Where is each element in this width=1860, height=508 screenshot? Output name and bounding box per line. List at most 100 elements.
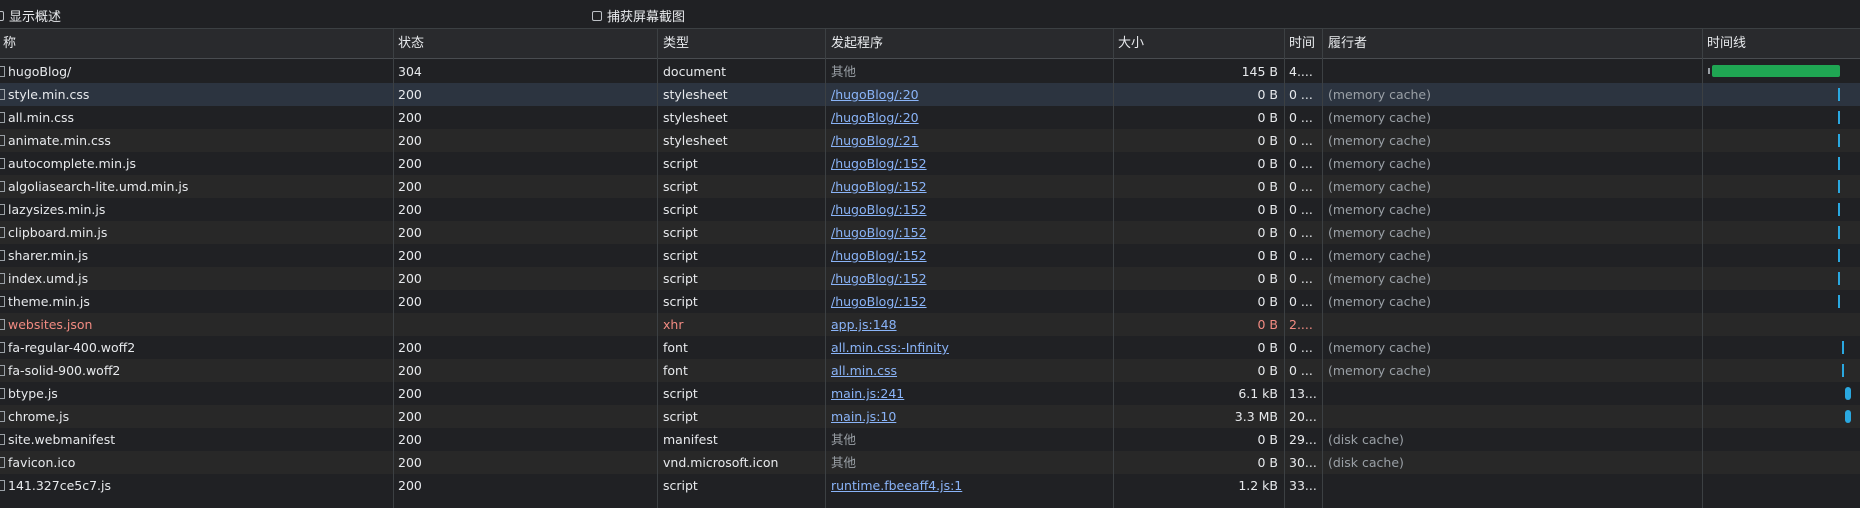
cell-initiator[interactable]: /hugoBlog/:152	[828, 152, 1111, 175]
cell-initiator[interactable]: main.js:10	[828, 405, 1111, 428]
cell-time: 13...	[1289, 386, 1317, 401]
cell-time: 0 ...	[1289, 87, 1313, 102]
column-divider[interactable]	[1322, 29, 1323, 508]
cell-initiator[interactable]: /hugoBlog/:152	[828, 175, 1111, 198]
cell-name: all.min.css	[0, 106, 392, 129]
waterfall-bar	[1838, 88, 1840, 101]
column-header-status[interactable]: 状态	[395, 29, 653, 59]
cell-waterfall	[1704, 221, 1854, 244]
column-header-size[interactable]: 大小	[1115, 29, 1283, 59]
cell-name: autocomplete.min.js	[0, 152, 392, 175]
cell-initiator[interactable]: /hugoBlog/:152	[828, 198, 1111, 221]
waterfall-bar	[1842, 341, 1844, 354]
waterfall-bar	[1845, 387, 1851, 400]
table-row[interactable]: favicon.ico 200 vnd.microsoft.icon 其他 0 B 30.…	[0, 451, 1860, 474]
cell-initiator[interactable]: /hugoBlog/:20	[828, 83, 1111, 106]
column-divider[interactable]	[1702, 29, 1703, 508]
column-divider[interactable]	[825, 29, 826, 508]
show-overview-checkbox[interactable]	[0, 10, 4, 21]
table-row[interactable]: algoliasearch-lite.umd.min.js 200 script/h…	[0, 175, 1860, 198]
table-row[interactable]: clipboard.min.js 200 script/hugoBlog/:152 0…	[0, 221, 1860, 244]
file-icon	[0, 89, 5, 100]
cell-name: algoliasearch-lite.umd.min.js	[0, 175, 392, 198]
column-header-name[interactable]: 称	[0, 29, 393, 59]
cell-waterfall	[1704, 83, 1854, 106]
cell-fulfilled: (memory cache)	[1328, 248, 1431, 263]
table-row[interactable]: hugoBlog/304 document 其他 145 B 4....	[0, 60, 1860, 83]
column-divider[interactable]	[1284, 29, 1285, 508]
cell-fulfilled: (disk cache)	[1328, 455, 1404, 470]
cell-fulfilled	[1325, 60, 1700, 83]
column-divider[interactable]	[393, 29, 394, 508]
table-row[interactable]: sharer.min.js 200 script/hugoBlog/:152 0 B 0…	[0, 244, 1860, 267]
column-header-time[interactable]: 时间	[1286, 29, 1324, 59]
file-icon	[0, 112, 5, 123]
cell-size: 0 B	[1257, 179, 1278, 194]
table-row[interactable]: theme.min.js 200 script/hugoBlog/:152 0 B 0 …	[0, 290, 1860, 313]
waterfall-bar	[1842, 364, 1844, 377]
file-icon	[0, 296, 5, 307]
cell-initiator[interactable]: /hugoBlog/:20	[828, 106, 1111, 129]
table-row[interactable]: 141.327ce5c7.js 200 script runtime.fbeeaff4…	[0, 474, 1860, 497]
request-name: animate.min.css	[8, 133, 111, 148]
cell-type: script	[663, 202, 698, 217]
table-row[interactable]: btype.js 200 script main.js:241 6.1 kB 13...	[0, 382, 1860, 405]
file-icon	[0, 342, 5, 353]
column-header-waterfall[interactable]: 时间线	[1704, 29, 1857, 59]
cell-size: 1.2 kB	[1238, 478, 1278, 493]
cell-type: script	[663, 156, 698, 171]
table-row[interactable]: all.min.css 200 stylesheet/hugoBlog/:20 0 B…	[0, 106, 1860, 129]
column-divider[interactable]	[657, 29, 658, 508]
cell-status: 304	[398, 64, 422, 79]
cell-initiator[interactable]: /hugoBlog/:152	[828, 244, 1111, 267]
table-row[interactable]: index.umd.js 200 script/hugoBlog/:152 0 B 0 …	[0, 267, 1860, 290]
table-row[interactable]: style.min.css 200 stylesheet/hugoBlog/:20 0…	[0, 83, 1860, 106]
table-row[interactable]: fa-solid-900.woff2 200 font all.min.css 0 B 0…	[0, 359, 1860, 382]
table-row[interactable]: chrome.js 200 script main.js:10 3.3 MB 20...	[0, 405, 1860, 428]
table-row[interactable]: fa-regular-400.woff2 200 font all.min.css:-…	[0, 336, 1860, 359]
cell-type: vnd.microsoft.icon	[663, 455, 779, 470]
cell-initiator[interactable]: all.min.css	[828, 359, 1111, 382]
cell-name: favicon.ico	[0, 451, 392, 474]
table-row[interactable]: animate.min.css 200 stylesheet/hugoBlog/:2…	[0, 129, 1860, 152]
cell-status: 200	[398, 225, 422, 240]
cell-initiator: 其他	[831, 455, 857, 470]
column-header-initiator[interactable]: 发起程序	[828, 29, 1111, 59]
cell-time: 2....	[1289, 317, 1313, 332]
column-header-fulfilled-by[interactable]: 履行者	[1325, 29, 1698, 59]
cell-name: style.min.css	[0, 83, 392, 106]
cell-waterfall	[1704, 60, 1854, 83]
cell-status: 200	[398, 363, 422, 378]
cell-initiator[interactable]: runtime.fbeeaff4.js:1	[828, 474, 1111, 497]
request-name: favicon.ico	[8, 455, 76, 470]
cell-initiator[interactable]: /hugoBlog/:21	[828, 129, 1111, 152]
cell-waterfall	[1704, 451, 1854, 474]
capture-screenshots-toggle[interactable]: 捕获屏幕截图	[592, 6, 685, 25]
cell-time: 0 ...	[1289, 225, 1313, 240]
cell-time: 0 ...	[1289, 340, 1313, 355]
show-overview-toggle[interactable]: 显示概述	[0, 6, 61, 25]
capture-screenshots-checkbox[interactable]	[592, 10, 602, 21]
waterfall-bar	[1838, 249, 1840, 262]
cell-initiator: 其他	[831, 432, 857, 447]
column-divider[interactable]	[1113, 29, 1114, 508]
cell-type: font	[663, 340, 688, 355]
cell-time: 0 ...	[1289, 110, 1313, 125]
table-row[interactable]: autocomplete.min.js 200 script/hugoBlog/:1…	[0, 152, 1860, 175]
cell-type: document	[663, 64, 727, 79]
cell-initiator: 其他	[831, 64, 857, 79]
cell-initiator[interactable]: app.js:148	[828, 313, 1111, 336]
cell-waterfall	[1704, 106, 1854, 129]
cell-initiator[interactable]: /hugoBlog/:152	[828, 267, 1111, 290]
column-header-type[interactable]: 类型	[660, 29, 828, 59]
cell-initiator[interactable]: main.js:241	[828, 382, 1111, 405]
table-row[interactable]: lazysizes.min.js 200 script/hugoBlog/:152 0…	[0, 198, 1860, 221]
table-row[interactable]: site.webmanifest 200 manifest 其他 0 B 29... (di…	[0, 428, 1860, 451]
table-row[interactable]: websites.json xhr app.js:148 0 B 2....	[0, 313, 1860, 336]
cell-initiator[interactable]: all.min.css:-Infinity	[828, 336, 1111, 359]
cell-size: 0 B	[1257, 340, 1278, 355]
request-name: all.min.css	[8, 110, 75, 125]
cell-initiator[interactable]: /hugoBlog/:152	[828, 290, 1111, 313]
cell-type: stylesheet	[663, 133, 728, 148]
cell-initiator[interactable]: /hugoBlog/:152	[828, 221, 1111, 244]
